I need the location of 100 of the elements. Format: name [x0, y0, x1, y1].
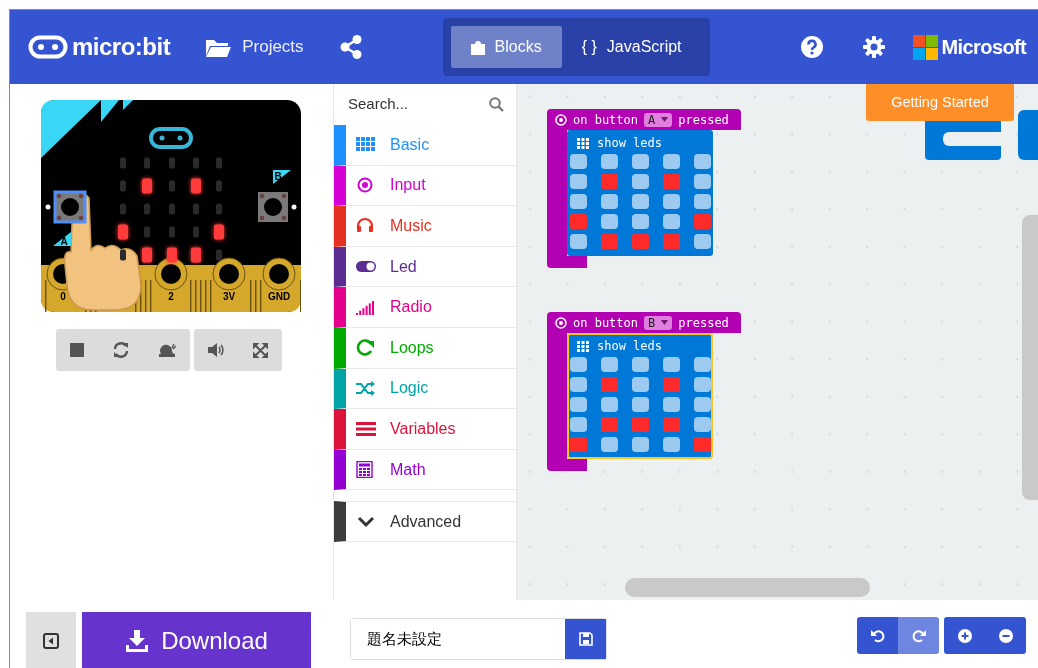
show-leds-block[interactable]: show leds: [567, 130, 713, 256]
pin-connector: [262, 257, 296, 291]
led-toggle[interactable]: [601, 377, 618, 392]
led-toggle[interactable]: [570, 194, 587, 209]
led-toggle[interactable]: [694, 234, 711, 249]
restart-icon[interactable]: [113, 342, 129, 358]
scrollbar-thumb[interactable]: [625, 578, 870, 597]
pin-label: 2: [168, 291, 174, 302]
led-toggle[interactable]: [632, 437, 649, 452]
led-toggle[interactable]: [694, 154, 711, 169]
project-name-field[interactable]: 題名未設定: [350, 618, 607, 660]
speaker-icon[interactable]: [208, 343, 225, 357]
collapse-icon: [43, 632, 59, 649]
led-toggle[interactable]: [601, 194, 618, 209]
led-toggle[interactable]: [601, 437, 618, 452]
led-toggle[interactable]: [663, 234, 680, 249]
led-toggle[interactable]: [632, 214, 649, 229]
event-block[interactable]: on button A pressed show leds: [547, 109, 741, 268]
led-toggle[interactable]: [663, 214, 680, 229]
led-toggle[interactable]: [694, 357, 711, 372]
led-toggle[interactable]: [663, 377, 680, 392]
signal-bars-icon: [356, 298, 376, 316]
led-toggle[interactable]: [570, 214, 587, 229]
grid-icon: [577, 137, 589, 149]
target-icon: [555, 113, 567, 126]
zoom-out-icon: [998, 628, 1013, 643]
scrollbar-thumb[interactable]: [1022, 215, 1038, 500]
led-toggle[interactable]: [570, 174, 587, 189]
led-toggle[interactable]: [663, 357, 680, 372]
pin-label: 3V: [222, 291, 236, 302]
show-leds-block[interactable]: show leds: [567, 333, 713, 459]
pin-connector: [212, 257, 246, 291]
led-toggle[interactable]: [632, 417, 649, 432]
led-toggle[interactable]: [601, 417, 618, 432]
led-toggle[interactable]: [694, 174, 711, 189]
push-button[interactable]: [258, 192, 288, 222]
led-toggle[interactable]: [663, 437, 680, 452]
led-toggle[interactable]: [570, 234, 587, 249]
pin-label: GND: [267, 291, 291, 302]
undo-button[interactable]: [857, 617, 898, 654]
led-toggle[interactable]: [663, 417, 680, 432]
grid-icon: [356, 136, 376, 154]
led-toggle[interactable]: [632, 357, 649, 372]
stop-icon[interactable]: [70, 343, 85, 357]
event-block[interactable]: on button B pressed show leds: [547, 312, 741, 471]
led-toggle[interactable]: [601, 154, 618, 169]
button-label: A: [53, 232, 71, 247]
led-toggle[interactable]: [632, 397, 649, 412]
projects-link[interactable]: Projects: [205, 34, 304, 60]
block-text: pressed: [678, 111, 729, 129]
led-toggle[interactable]: [601, 357, 618, 372]
editor-tab[interactable]: { } JavaScript: [561, 26, 702, 68]
led-toggle[interactable]: [632, 194, 649, 209]
led-toggle[interactable]: [663, 194, 680, 209]
led-toggle[interactable]: [570, 417, 587, 432]
button-label: B: [273, 170, 291, 184]
led-toggle[interactable]: [632, 174, 649, 189]
snail-icon[interactable]: [157, 342, 176, 358]
led-toggle[interactable]: [601, 397, 618, 412]
led-toggle[interactable]: [694, 214, 711, 229]
grid-icon: [577, 340, 589, 352]
push-button[interactable]: [53, 190, 87, 224]
editor-tab[interactable]: Blocks: [450, 26, 562, 68]
led-toggle[interactable]: [601, 174, 618, 189]
list-icon: [356, 420, 376, 438]
led-toggle[interactable]: [663, 174, 680, 189]
save-button[interactable]: [565, 619, 606, 659]
led-toggle[interactable]: [601, 214, 618, 229]
target-icon: [555, 316, 567, 329]
brand-text: Microsoft: [941, 35, 1027, 60]
help-icon[interactable]: [800, 36, 823, 58]
folder-icon: [205, 37, 233, 57]
led-toggle[interactable]: [694, 417, 711, 432]
share-icon[interactable]: [339, 35, 362, 59]
led-toggle[interactable]: [694, 194, 711, 209]
zoom-in-icon: [957, 628, 972, 643]
shuffle-icon: [356, 379, 376, 397]
led-toggle[interactable]: [570, 397, 587, 412]
led-toggle[interactable]: [570, 357, 587, 372]
led-toggle[interactable]: [632, 234, 649, 249]
settings-icon[interactable]: [862, 36, 885, 58]
led-toggle[interactable]: [663, 397, 680, 412]
led-toggle[interactable]: [632, 154, 649, 169]
led-toggle[interactable]: [663, 154, 680, 169]
zoom-in-button[interactable]: [944, 617, 985, 654]
led-toggle[interactable]: [694, 397, 711, 412]
led-toggle[interactable]: [632, 377, 649, 392]
zoom-out-button[interactable]: [985, 617, 1026, 654]
collapse-button[interactable]: [26, 612, 76, 668]
led-toggle[interactable]: [601, 234, 618, 249]
led-toggle[interactable]: [570, 437, 587, 452]
headphones-icon: [356, 217, 376, 235]
led-toggle[interactable]: [694, 377, 711, 392]
block-text: on button: [573, 314, 639, 332]
led-toggle[interactable]: [694, 437, 711, 452]
fullscreen-icon[interactable]: [253, 342, 268, 358]
download-icon: [125, 628, 150, 653]
led-toggle[interactable]: [570, 154, 587, 169]
led-toggle[interactable]: [570, 377, 587, 392]
download-button[interactable]: Download: [82, 612, 311, 668]
